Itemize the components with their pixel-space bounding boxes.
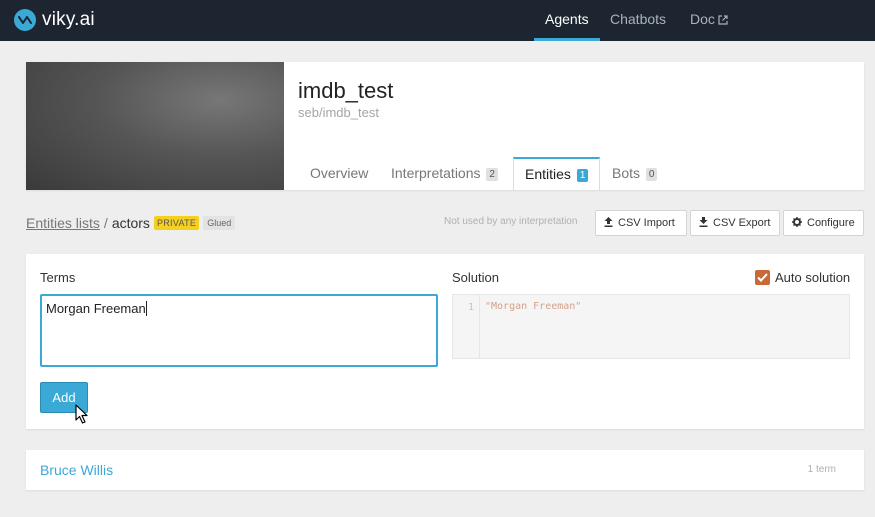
terms-input-value: Morgan Freeman (46, 301, 146, 316)
editor-gutter: 1 (453, 295, 480, 358)
agent-header-card: imdb_test seb/imdb_test Overview Interpr… (26, 62, 864, 190)
nav-chatbots[interactable]: Chatbots (599, 0, 677, 41)
auto-solution-checkbox[interactable] (755, 270, 770, 285)
solution-editor[interactable]: 1 "Morgan Freeman" (452, 294, 850, 359)
tab-interpretations[interactable]: Interpretations 2 (380, 157, 509, 190)
viky-logo-icon (14, 9, 36, 31)
breadcrumb-entities-lists-link[interactable]: Entities lists (26, 215, 100, 231)
tab-bots-count: 0 (645, 167, 658, 181)
mouse-pointer-icon (75, 404, 89, 431)
line-number: 1 (467, 302, 474, 313)
tab-entities[interactable]: Entities 1 (513, 157, 601, 190)
solution-label: Solution (452, 270, 499, 285)
brand-logo[interactable]: viky.ai (14, 8, 95, 32)
list-item[interactable]: Bruce Willis 1 term (26, 450, 864, 490)
external-link-icon (718, 1, 728, 39)
tab-interpretations-label: Interpretations (391, 165, 481, 181)
brand-name: viky.ai (42, 9, 95, 30)
upload-icon (604, 216, 618, 230)
configure-button[interactable]: Configure (783, 210, 864, 236)
tab-bots-label: Bots (612, 165, 641, 181)
private-badge: PRIVATE (153, 216, 200, 230)
tab-bots[interactable]: Bots 0 (601, 157, 668, 190)
download-icon (699, 216, 713, 230)
usage-note: Not used by any interpretation (444, 216, 578, 227)
csv-export-button[interactable]: CSV Export (690, 210, 780, 236)
terms-label: Terms (40, 270, 76, 285)
csv-export-label: CSV Export (713, 217, 771, 229)
new-term-form: Terms Morgan Freeman Solution Auto solut… (26, 254, 864, 429)
tab-interpretations-count: 2 (486, 167, 498, 181)
configure-label: Configure (807, 217, 855, 229)
nav-chatbots-label: Chatbots (610, 11, 667, 27)
auto-solution-toggle[interactable]: Auto solution (755, 270, 850, 285)
breadcrumb-current: actors (111, 215, 150, 231)
glued-badge: Glued (203, 216, 236, 230)
csv-import-button[interactable]: CSV Import (595, 210, 687, 236)
text-caret (145, 301, 147, 316)
entity-term-count: 1 term (807, 464, 836, 475)
top-navbar: viky.ai Agents Chatbots Doc (0, 0, 875, 41)
agent-cover-image (26, 62, 284, 190)
nav-doc[interactable]: Doc (679, 0, 739, 41)
auto-solution-label: Auto solution (775, 270, 851, 285)
nav-doc-label: Doc (690, 11, 715, 27)
solution-code: "Morgan Freeman" (485, 301, 582, 312)
nav-agents-label: Agents (545, 11, 589, 27)
tab-overview-label: Overview (310, 165, 369, 181)
nav-agents[interactable]: Agents (534, 0, 600, 41)
breadcrumb-separator: / (103, 215, 108, 231)
terms-input[interactable]: Morgan Freeman (40, 294, 438, 367)
csv-import-label: CSV Import (618, 217, 675, 229)
tab-entities-count: 1 (576, 168, 589, 182)
breadcrumb: Entities lists / actors PRIVATE Glued (26, 215, 236, 231)
gear-icon (792, 216, 807, 230)
entity-name-link[interactable]: Bruce Willis (40, 462, 113, 478)
tab-overview[interactable]: Overview (299, 157, 379, 190)
agent-name: imdb_test (298, 78, 394, 103)
agent-slug: seb/imdb_test (298, 105, 379, 120)
tab-entities-label: Entities (525, 166, 571, 182)
